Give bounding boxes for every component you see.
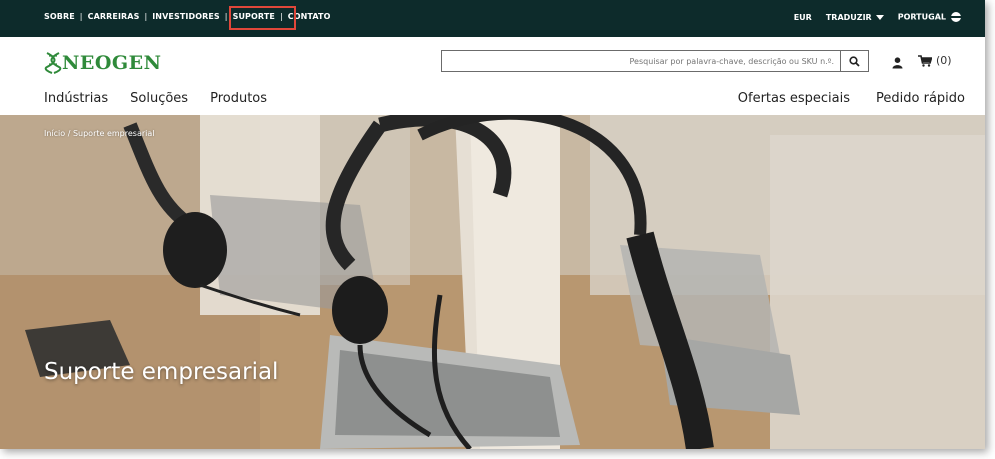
link-carreiras[interactable]: CARREIRAS: [88, 12, 140, 21]
main-nav: Indústrias Soluções Produtos: [44, 91, 267, 106]
nav-solucoes[interactable]: Soluções: [130, 91, 188, 106]
site-header: NEOGEN (0) Ind: [0, 37, 985, 115]
translate-label: TRADUZIR: [825, 12, 872, 22]
search-input[interactable]: [442, 51, 842, 71]
breadcrumb[interactable]: Início / Suporte empresarial: [44, 129, 155, 138]
neogen-logo[interactable]: NEOGEN: [44, 52, 161, 74]
utility-bar: SOBRE | CARREIRAS | INVESTIDORES | SUPOR…: [0, 0, 985, 37]
globe-icon: [951, 12, 961, 22]
nav-ofertas-especiais[interactable]: Ofertas especiais: [738, 91, 850, 106]
translate-dropdown[interactable]: TRADUZIR: [826, 13, 884, 22]
region-label: PORTUGAL: [897, 12, 946, 22]
search-icon: [849, 55, 860, 67]
account-button[interactable]: [892, 54, 903, 73]
hero-image-headsets-laptops: [0, 115, 985, 449]
page-frame: SOBRE | CARREIRAS | INVESTIDORES | SUPOR…: [0, 0, 985, 449]
cart-count: (0): [936, 54, 952, 67]
user-icon: [892, 57, 903, 69]
secondary-nav: Ofertas especiais Pedido rápido: [738, 91, 965, 106]
search-button[interactable]: [841, 50, 869, 72]
nav-pedido-rapido[interactable]: Pedido rápido: [876, 91, 965, 106]
search-box: [441, 50, 842, 72]
separator: |: [224, 12, 228, 21]
suporte-highlight-box: [229, 6, 296, 30]
hero-banner: Início / Suporte empresarial Suporte emp…: [0, 115, 985, 449]
link-investidores[interactable]: INVESTIDORES: [152, 12, 220, 21]
nav-industrias[interactable]: Indústrias: [44, 91, 108, 106]
utility-right: EUR TRADUZIR PORTUGAL: [794, 12, 961, 22]
separator: |: [144, 12, 148, 21]
nav-produtos[interactable]: Produtos: [210, 91, 267, 106]
logo-wordmark: NEOGEN: [62, 52, 162, 74]
caret-down-icon: [875, 14, 884, 20]
cart-icon: [918, 54, 932, 67]
dna-helix-icon: [44, 52, 62, 74]
link-sobre[interactable]: SOBRE: [44, 12, 75, 21]
separator: |: [79, 12, 83, 21]
region-selector[interactable]: PORTUGAL: [898, 12, 961, 22]
currency-selector[interactable]: EUR: [794, 13, 812, 22]
cart-button[interactable]: (0): [918, 54, 952, 67]
page-title: Suporte empresarial: [44, 359, 279, 385]
